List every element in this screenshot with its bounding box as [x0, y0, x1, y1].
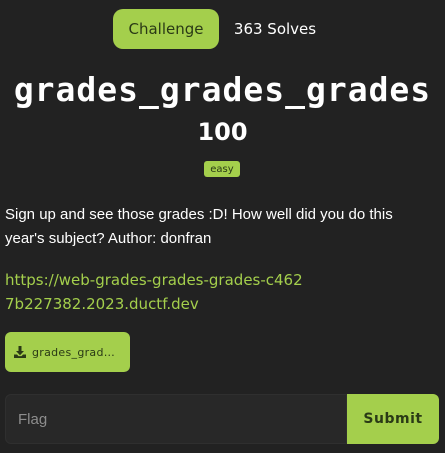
- submit-button[interactable]: Submit: [347, 394, 439, 444]
- difficulty-badge: easy: [204, 161, 240, 177]
- file-name: grades_grades_grades.tar.gz: [32, 345, 120, 359]
- tab-solves[interactable]: 363 Solves: [224, 9, 326, 49]
- flag-submission-form: Submit: [5, 394, 439, 444]
- download-icon: [13, 345, 27, 359]
- challenge-points: 100: [197, 118, 248, 146]
- challenge-link[interactable]: https://web-grades-grades-grades-c4627b2…: [5, 268, 305, 316]
- challenge-description: Sign up and see those grades :D! How wel…: [5, 206, 393, 247]
- download-file-button[interactable]: grades_grades_grades.tar.gz: [5, 332, 130, 372]
- challenge-title: grades_grades_grades: [13, 70, 432, 109]
- challenge-tabs: Challenge 363 Solves: [0, 9, 445, 49]
- flag-input[interactable]: [5, 394, 347, 444]
- tab-challenge[interactable]: Challenge: [113, 9, 219, 49]
